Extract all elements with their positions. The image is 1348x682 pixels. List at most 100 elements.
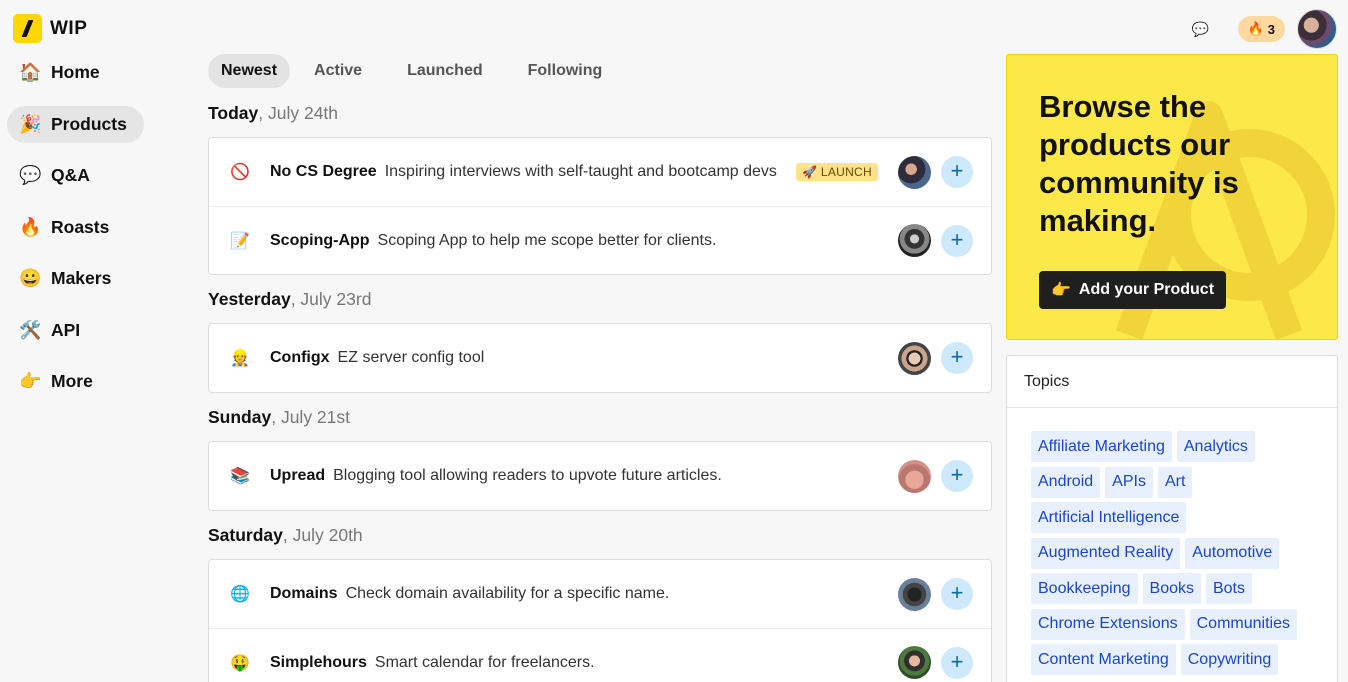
- fire-icon: 🔥: [19, 216, 42, 237]
- tools-icon: 🛠️: [19, 319, 42, 340]
- product-name[interactable]: Domains: [270, 585, 338, 603]
- product-name[interactable]: Scoping-App: [270, 232, 370, 250]
- product-row[interactable]: 📝 Scoping-App Scoping App to help me scope…: [209, 206, 991, 274]
- product-icon: 👷: [230, 350, 250, 367]
- pointing-hand-icon: 👉: [1051, 282, 1071, 299]
- follow-plus-button[interactable]: +: [941, 342, 973, 374]
- topic-artificial-intelligence[interactable]: Artificial Intelligence: [1031, 502, 1187, 533]
- sidebar-item-makers[interactable]: 😀 Makers: [7, 260, 144, 297]
- day-card: 📚 Upread Blogging tool allowing readers to…: [208, 441, 992, 511]
- maker-avatar[interactable]: [898, 459, 931, 493]
- topbar-right: 💬 🔥 3: [1188, 9, 1337, 49]
- product-row[interactable]: 📚 Upread Blogging tool allowing readers to…: [209, 442, 991, 510]
- maker-avatar[interactable]: [898, 224, 931, 257]
- topics-heading: Topics: [1007, 356, 1337, 408]
- sidebar-item-more[interactable]: 👉 More: [7, 363, 144, 400]
- product-row[interactable]: 🌐 Domains Check domain availability for a …: [209, 560, 991, 628]
- topic-apis[interactable]: APIs: [1105, 466, 1153, 498]
- follow-plus-button[interactable]: +: [941, 646, 973, 679]
- day-heading: Sunday, July 21st: [208, 407, 992, 431]
- sidebar-item-label: Q&A: [51, 165, 90, 185]
- sidebar-item-q-a[interactable]: 💬 Q&A: [7, 157, 144, 194]
- maker-avatar[interactable]: [898, 577, 931, 611]
- product-description: Check domain availability for a specific…: [345, 585, 670, 602]
- follow-plus-button[interactable]: +: [941, 156, 973, 188]
- sidebar-item-label: API: [51, 319, 81, 340]
- topic-chrome-extensions[interactable]: Chrome Extensions: [1031, 608, 1185, 640]
- product-name[interactable]: No CS Degree: [270, 163, 377, 181]
- product-row[interactable]: 👷 Configx EZ server config tool +: [209, 324, 991, 392]
- follow-plus-button[interactable]: +: [941, 460, 973, 492]
- topic-books[interactable]: Books: [1142, 573, 1201, 604]
- pointing-hand-icon: 👉: [19, 371, 42, 391]
- maker-avatar[interactable]: [898, 155, 931, 189]
- product-icon: 🚫: [230, 164, 250, 181]
- follow-plus-button[interactable]: +: [941, 578, 973, 610]
- topic-android[interactable]: Android: [1031, 466, 1101, 498]
- topic-analytics[interactable]: Analytics: [1176, 431, 1255, 462]
- day-name: Today: [208, 103, 259, 123]
- promo-card: Browse the products our community is mak…: [1006, 54, 1338, 340]
- logo[interactable]: WIP: [13, 14, 87, 43]
- sidebar: 🏠 Home 🎉 Products 💬 Q&A 🔥 Roasts 😀 Makers 🛠️ API 👉 Mo…: [7, 54, 147, 415]
- tab-launched[interactable]: Launched: [394, 54, 496, 88]
- fire-icon: 🔥: [1247, 21, 1264, 36]
- topic-bookkeeping[interactable]: Bookkeeping: [1031, 573, 1138, 604]
- tab-newest[interactable]: Newest: [208, 54, 291, 88]
- add-product-label: Add your Product: [1078, 281, 1215, 298]
- topic-art[interactable]: Art: [1157, 466, 1193, 498]
- tab-following[interactable]: Following: [515, 54, 616, 88]
- sidebar-item-label: More: [51, 371, 93, 391]
- day-name: Saturday: [208, 525, 283, 545]
- product-description: EZ server config tool: [337, 349, 485, 366]
- product-description: Scoping App to help me scope better for …: [377, 231, 717, 249]
- promo-title: Browse the products our community is mak…: [1039, 89, 1239, 238]
- product-row[interactable]: 🚫 No CS Degree Inspiring interviews with s…: [209, 138, 991, 206]
- tab-active[interactable]: Active: [301, 54, 375, 88]
- day-card: 👷 Configx EZ server config tool +: [208, 323, 992, 393]
- streak-count: 3: [1267, 21, 1275, 37]
- product-name[interactable]: Configx: [270, 349, 330, 367]
- product-name[interactable]: Simplehours: [270, 654, 367, 672]
- maker-avatar[interactable]: [898, 646, 931, 679]
- party-popper-icon: 🎉: [19, 113, 42, 134]
- launch-badge: 🚀 LAUNCH: [795, 163, 878, 181]
- product-description: Inspiring interviews with self-taught an…: [384, 163, 777, 180]
- day-date: , July 24th: [258, 103, 339, 123]
- sidebar-item-roasts[interactable]: 🔥 Roasts: [7, 209, 144, 246]
- sidebar-item-products[interactable]: 🎉 Products: [7, 105, 144, 143]
- topic-affiliate-marketing[interactable]: Affiliate Marketing: [1031, 431, 1172, 462]
- day-card: 🌐 Domains Check domain availability for a …: [208, 559, 992, 682]
- product-icon: 📚: [230, 468, 250, 485]
- day-name: Sunday: [208, 407, 272, 427]
- sidebar-item-home[interactable]: 🏠 Home: [7, 54, 144, 91]
- streak-badge[interactable]: 🔥 3: [1237, 16, 1285, 42]
- maker-avatar[interactable]: [898, 341, 931, 375]
- topic-communities[interactable]: Communities: [1189, 608, 1297, 640]
- product-row[interactable]: 🤑 Simplehours Smart calendar for freelance…: [209, 628, 991, 682]
- day-date: , July 23rd: [290, 289, 372, 309]
- topic-copywriting[interactable]: Copywriting: [1180, 644, 1279, 675]
- sidebar-item-label: Roasts: [51, 216, 110, 237]
- speech-bubble-icon: 💬: [19, 165, 42, 185]
- product-icon: 🌐: [230, 586, 250, 603]
- product-icon: 🤑: [230, 654, 250, 672]
- logo-text: WIP: [50, 17, 88, 39]
- product-feed: Today, July 24th 🚫 No CS Degree Inspiring i…: [208, 103, 992, 682]
- product-name[interactable]: Upread: [270, 467, 325, 485]
- day-date: , July 21st: [271, 407, 351, 427]
- add-product-button[interactable]: 👉 Add your Product: [1039, 271, 1227, 309]
- topic-bots[interactable]: Bots: [1205, 573, 1252, 604]
- topic-automotive[interactable]: Automotive: [1185, 537, 1280, 569]
- sidebar-item-api[interactable]: 🛠️ API: [7, 312, 144, 349]
- house-icon: 🏠: [19, 62, 42, 82]
- follow-plus-button[interactable]: +: [941, 224, 973, 257]
- topic-augmented-reality[interactable]: Augmented Reality: [1031, 537, 1181, 569]
- chat-icon[interactable]: 💬: [1188, 16, 1214, 42]
- topic-content-marketing[interactable]: Content Marketing: [1031, 644, 1176, 675]
- day-heading: Yesterday, July 23rd: [208, 289, 992, 313]
- day-heading: Today, July 24th: [208, 103, 992, 127]
- user-avatar[interactable]: [1297, 9, 1337, 49]
- smiley-icon: 😀: [19, 268, 42, 288]
- day-name: Yesterday: [208, 289, 291, 309]
